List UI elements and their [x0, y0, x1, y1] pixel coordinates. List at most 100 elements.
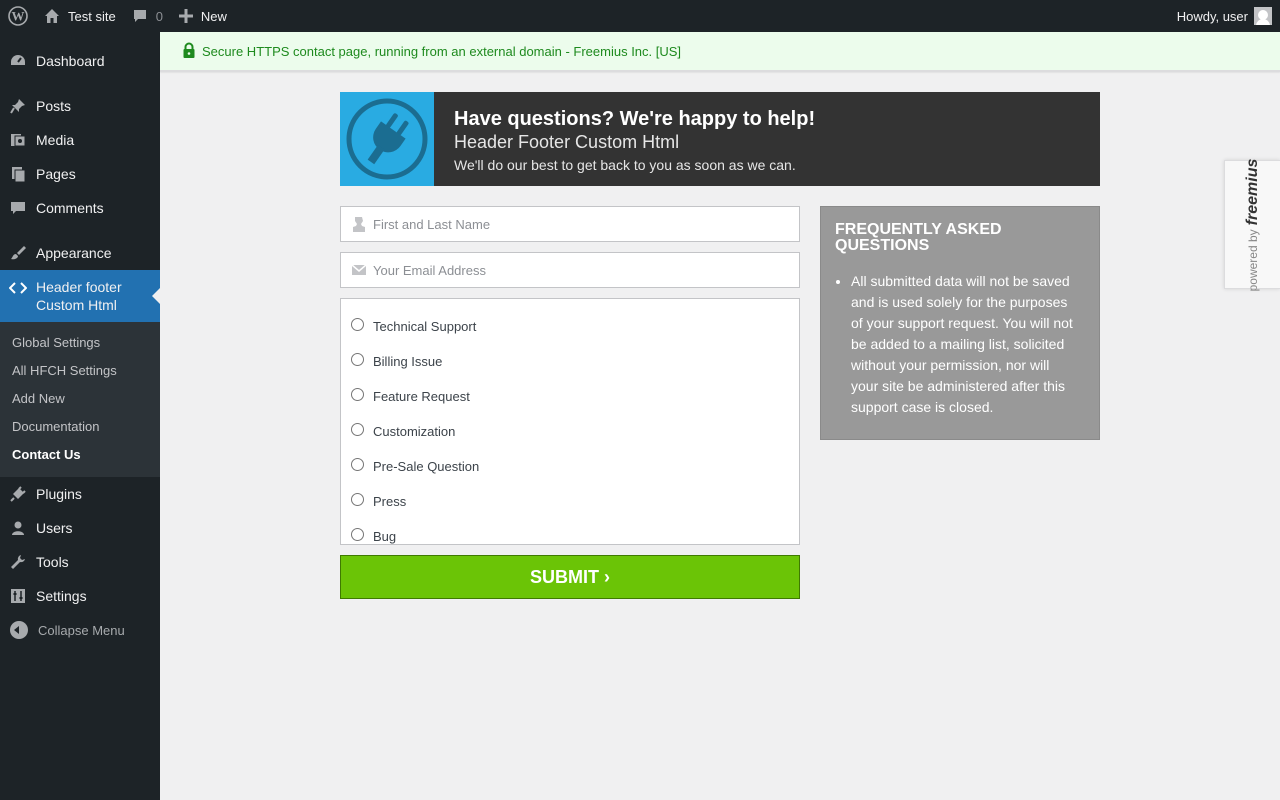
- contact-header: Have questions? We're happy to help! Hea…: [340, 92, 1100, 186]
- comments-count: 0: [155, 8, 163, 24]
- collapse-arrow-icon: [10, 621, 28, 639]
- name-placeholder: First and Last Name: [373, 216, 491, 232]
- dashboard-icon: [8, 51, 28, 71]
- radio-button[interactable]: [351, 493, 364, 506]
- option-label: Press: [373, 494, 407, 509]
- name-field[interactable]: First and Last Name: [340, 206, 800, 242]
- svg-text:W: W: [12, 9, 25, 24]
- sidebar-item-comments[interactable]: Comments: [0, 191, 160, 225]
- sidebar-item-label: Settings: [36, 588, 87, 604]
- sidebar-item-label: Appearance: [36, 245, 112, 261]
- avatar: [1254, 7, 1272, 25]
- radio-button[interactable]: [351, 388, 364, 401]
- submenu-add-new[interactable]: Add New: [0, 385, 160, 413]
- sidebar-item-appearance[interactable]: Appearance: [0, 236, 160, 270]
- sidebar-item-tools[interactable]: Tools: [0, 545, 160, 579]
- powered-by-label: powered by: [1246, 229, 1260, 292]
- media-icon: [8, 130, 28, 150]
- faq-title: FREQUENTLY ASKED QUESTIONS: [835, 221, 1002, 254]
- radio-button[interactable]: [351, 318, 364, 331]
- sidebar-item-label: Header footer Custom Html: [36, 279, 122, 313]
- option-pre-sale-question[interactable]: Pre-Sale Question: [341, 449, 799, 484]
- greeting-label: Howdy, user: [1176, 8, 1248, 24]
- brush-icon: [8, 243, 28, 263]
- sidebar-item-label: Tools: [36, 554, 69, 570]
- option-label: Technical Support: [373, 319, 477, 334]
- faq-panel: FREQUENTLY ASKED QUESTIONS All submitted…: [820, 206, 1100, 440]
- sidebar-item-header-footer-custom-html[interactable]: Header footer Custom Html: [0, 270, 160, 322]
- submenu: Global Settings All HFCH Settings Add Ne…: [0, 322, 160, 477]
- submenu-contact-us[interactable]: Contact Us: [0, 441, 160, 469]
- freemius-logo: freemius: [1244, 158, 1261, 226]
- sidebar-item-media[interactable]: Media: [0, 123, 160, 157]
- lock-icon: [182, 42, 196, 61]
- sidebar-item-settings[interactable]: Settings: [0, 579, 160, 613]
- sidebar-item-posts[interactable]: Posts: [0, 89, 160, 123]
- header-title: Have questions? We're happy to help!: [454, 108, 816, 130]
- collapse-menu-button[interactable]: Collapse Menu: [0, 613, 160, 647]
- option-technical-support[interactable]: Technical Support: [341, 309, 799, 344]
- envelope-icon: [351, 264, 367, 276]
- sidebar-item-plugins[interactable]: Plugins: [0, 477, 160, 511]
- plugin-name: Header Footer Custom Html: [454, 132, 680, 152]
- sidebar-item-label: Plugins: [36, 486, 82, 502]
- settings-icon: [8, 586, 28, 606]
- submenu-documentation[interactable]: Documentation: [0, 413, 160, 441]
- option-label: Feature Request: [373, 389, 470, 404]
- option-billing-issue[interactable]: Billing Issue: [341, 344, 799, 379]
- submenu-global-settings[interactable]: Global Settings: [0, 329, 160, 357]
- sidebar-item-label: Comments: [36, 200, 104, 216]
- admin-sidebar: Dashboard Posts Media Pages Comments App…: [0, 32, 160, 800]
- wrench-icon: [8, 552, 28, 572]
- plus-icon: [178, 9, 193, 23]
- option-bug[interactable]: Bug: [341, 519, 799, 554]
- plugin-logo: [340, 92, 434, 186]
- option-label: Billing Issue: [373, 354, 443, 369]
- home-icon: [44, 8, 60, 24]
- user-icon: [8, 518, 28, 538]
- faq-list: All submitted data will not be saved and…: [835, 271, 1085, 418]
- option-press[interactable]: Press: [341, 484, 799, 519]
- plugin-icon: [8, 484, 28, 504]
- submenu-all-hfch-settings[interactable]: All HFCH Settings: [0, 357, 160, 385]
- site-name-label: Test site: [68, 8, 116, 24]
- sidebar-item-dashboard[interactable]: Dashboard: [0, 44, 160, 78]
- site-name-link[interactable]: Test site: [36, 0, 124, 32]
- new-content-link[interactable]: New: [171, 0, 235, 32]
- collapse-menu-label: Collapse Menu: [38, 622, 125, 638]
- sidebar-item-label: Pages: [36, 166, 76, 182]
- wordpress-logo-icon[interactable]: W: [0, 0, 36, 32]
- comment-icon: [8, 198, 28, 218]
- submit-button[interactable]: SUBMIT ›: [340, 555, 800, 599]
- option-label: Customization: [373, 424, 456, 439]
- option-customization[interactable]: Customization: [341, 414, 799, 449]
- admin-bar: W Test site 0 New Howdy, user: [0, 0, 1280, 32]
- pages-icon: [8, 164, 28, 184]
- radio-button[interactable]: [351, 423, 364, 436]
- comments-link[interactable]: 0: [124, 0, 171, 32]
- sidebar-item-pages[interactable]: Pages: [0, 157, 160, 191]
- powered-by-badge[interactable]: powered by freemius: [1224, 158, 1280, 292]
- plug-icon: [346, 98, 428, 180]
- email-field[interactable]: Your Email Address: [340, 252, 800, 288]
- comment-icon: [132, 8, 148, 24]
- radio-button[interactable]: [351, 458, 364, 471]
- user-bust-icon: [351, 216, 367, 232]
- radio-button[interactable]: [351, 528, 364, 541]
- sidebar-item-label: Users: [36, 520, 73, 536]
- option-label: Bug: [373, 529, 397, 544]
- option-feature-request[interactable]: Feature Request: [341, 379, 799, 414]
- account-menu[interactable]: Howdy, user: [1169, 0, 1280, 32]
- option-label: Pre-Sale Question: [373, 459, 480, 474]
- notice-text: Secure HTTPS contact page, running from …: [202, 43, 682, 59]
- pin-icon: [8, 96, 28, 116]
- radio-button[interactable]: [351, 353, 364, 366]
- sidebar-item-label: Posts: [36, 98, 72, 114]
- sidebar-item-label: Dashboard: [36, 53, 105, 69]
- header-subtitle: We'll do our best to get back to you as …: [454, 157, 796, 173]
- new-label: New: [200, 8, 227, 24]
- faq-item: All submitted data will not be saved and…: [851, 271, 1085, 418]
- email-placeholder: Your Email Address: [373, 262, 486, 278]
- code-icon: [8, 278, 28, 298]
- sidebar-item-users[interactable]: Users: [0, 511, 160, 545]
